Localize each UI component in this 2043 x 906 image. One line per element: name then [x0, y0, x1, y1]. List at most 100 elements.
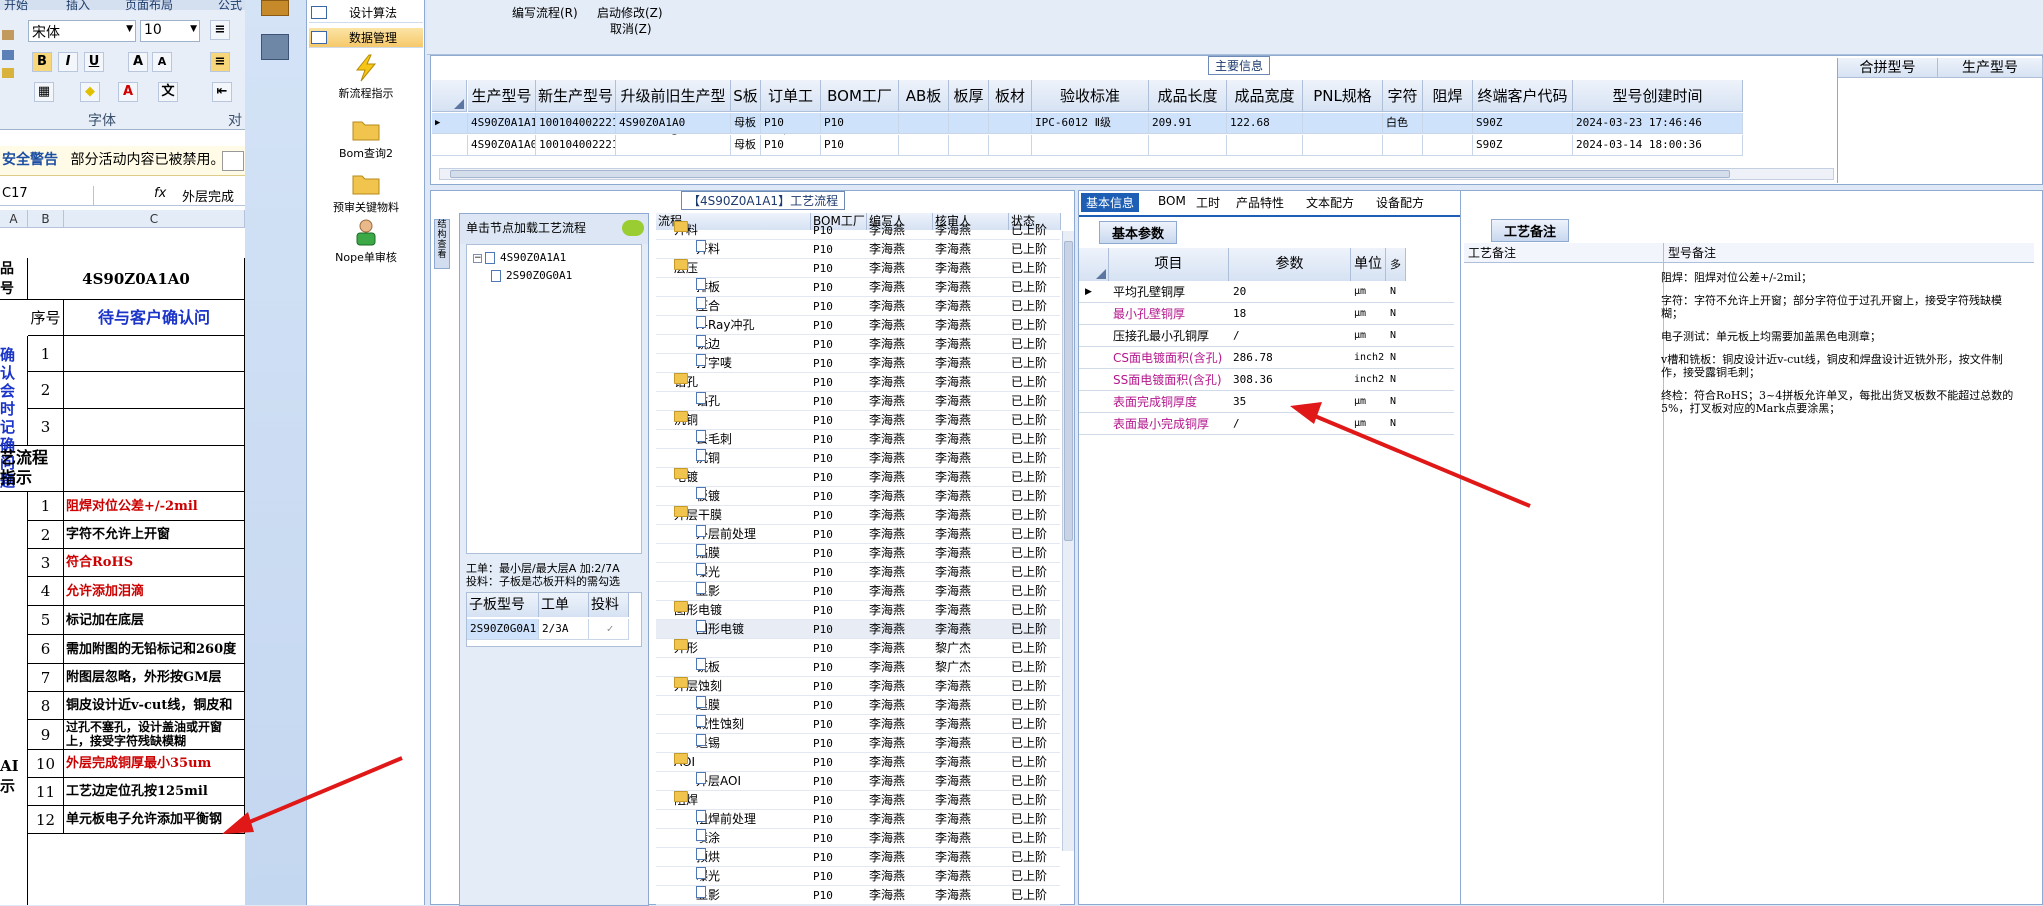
step-name[interactable]: 压合 — [696, 297, 811, 316]
note-text[interactable]: 允许添加泪滴 — [64, 577, 245, 606]
bold-button[interactable]: B — [32, 52, 52, 72]
param-value[interactable]: 308.36 — [1233, 369, 1273, 391]
step-group[interactable]: −外层干膜 — [674, 506, 809, 525]
process-step[interactable]: 去毛刺 P10 李海燕 李海燕 已上阶 — [656, 430, 1060, 449]
step-name[interactable]: 预烘 — [696, 848, 811, 867]
process-step[interactable]: 显影 P10 李海燕 李海燕 已上阶 — [656, 886, 1060, 905]
note-text[interactable]: 标记加在底层 — [64, 606, 245, 635]
step-name[interactable]: 曝光 — [696, 867, 811, 886]
cell-process-blank[interactable] — [64, 446, 245, 492]
main-cell[interactable] — [949, 135, 989, 156]
note-seq[interactable]: 9 — [28, 720, 64, 750]
subtab-basic-params[interactable]: 基本参数 — [1099, 221, 1178, 244]
step-name[interactable]: 喷涂 — [696, 829, 811, 848]
note-seq[interactable]: 1 — [28, 492, 64, 521]
main-cell[interactable]: S90Z — [1473, 113, 1573, 134]
main-cell[interactable]: 母板 — [731, 135, 761, 156]
tool-new-process[interactable]: 新流程指示 — [307, 54, 425, 101]
basic-header-multi[interactable]: 多 — [1386, 248, 1406, 281]
process-step[interactable]: 退膜 P10 李海燕 李海燕 已上阶 — [656, 696, 1060, 715]
process-step[interactable]: 铣边 P10 李海燕 李海燕 已上阶 — [656, 335, 1060, 354]
fill-color-icon[interactable]: ◆ — [80, 82, 100, 102]
process-step[interactable]: 喷涂 P10 李海燕 李海燕 已上阶 — [656, 829, 1060, 848]
basic-tab[interactable]: 工时 — [1191, 193, 1225, 212]
tool-pre-review[interactable]: 预审关键物料 — [307, 168, 425, 215]
structure-view-tab[interactable]: 结构查看 — [434, 219, 450, 269]
basic-tab[interactable]: 设备配方 — [1371, 193, 1429, 212]
process-step[interactable]: −层压 P10 李海燕 李海燕 已上阶 — [656, 259, 1060, 278]
process-step[interactable]: 铣板 P10 李海燕 黎广杰 已上阶 — [656, 658, 1060, 677]
note-seq[interactable]: 8 — [28, 692, 64, 720]
shrink-font-icon[interactable]: A — [152, 52, 172, 72]
main-header[interactable]: 订单工厂 — [761, 80, 821, 137]
calculator-icon[interactable] — [261, 0, 289, 16]
note-text[interactable]: 单元板电子允许添加平衡钢 — [64, 806, 245, 834]
main-cell[interactable]: 2024-03-23 17:46:46 — [1573, 113, 1743, 134]
sub-header-order[interactable]: 工单 — [539, 593, 589, 617]
options-button[interactable] — [222, 151, 244, 171]
tool-nope-review[interactable]: Nope单审核 — [307, 218, 425, 265]
font-color-icon[interactable]: A — [118, 82, 138, 102]
step-name[interactable]: 图形电镀 — [696, 620, 811, 639]
note-seq[interactable]: 6 — [28, 635, 64, 664]
cell-seq-1[interactable]: 1 — [28, 336, 64, 372]
main-header[interactable]: 成品长度 — [1149, 80, 1227, 112]
step-name[interactable]: 开料 — [696, 240, 811, 259]
note-text[interactable]: 铜皮设计近v-cut线，铜皮和 — [64, 692, 245, 720]
main-header[interactable]: 新生产型号 — [536, 80, 616, 112]
grid-corner[interactable] — [432, 80, 467, 112]
main-cell[interactable] — [989, 135, 1032, 156]
param-value[interactable]: 20 — [1233, 281, 1246, 303]
main-cell[interactable]: P10 — [821, 135, 899, 156]
excel-tab-insert[interactable]: 插入 — [66, 0, 90, 13]
basic-row[interactable]: CS面电镀面积(含孔) 286.78 inch2 N — [1079, 347, 1454, 369]
sub-header-feed[interactable]: 投料 — [589, 593, 629, 617]
main-cell[interactable] — [899, 113, 949, 134]
process-step[interactable]: −沉铜 P10 李海燕 李海燕 已上阶 — [656, 411, 1060, 430]
tree-node-child[interactable]: 2S90Z0G0A1 — [491, 269, 572, 282]
toolbar-cancel[interactable]: 取消(Z) — [610, 20, 652, 37]
process-step[interactable]: 图形电镀 P10 李海燕 李海燕 已上阶 — [656, 620, 1060, 639]
cell-product-label[interactable]: 品号 — [0, 258, 28, 300]
main-cell[interactable]: 4S90Z0A1A1 — [468, 113, 536, 134]
note-seq[interactable]: 5 — [28, 606, 64, 635]
border-icon[interactable]: ▦ — [34, 82, 54, 102]
main-cell[interactable] — [1423, 113, 1473, 134]
col-header-b[interactable]: B — [28, 210, 64, 228]
indent-icon[interactable]: ⇤ — [212, 82, 232, 102]
nav-item-data-management[interactable]: 数据管理 — [309, 28, 423, 48]
main-cell[interactable]: 10010400222127 — [536, 113, 616, 134]
font-size-combo[interactable]: 10 ▼ — [140, 20, 200, 42]
main-cell[interactable] — [1383, 135, 1423, 156]
main-cell[interactable]: IPC-6012 Ⅱ级 — [1032, 113, 1149, 134]
sub-cell-order[interactable]: 2/3A — [539, 619, 589, 640]
step-name[interactable]: 排板 — [696, 278, 811, 297]
cell-seq-3[interactable]: 3 — [28, 409, 64, 446]
note-text[interactable]: 外层完成铜厚最小35um — [64, 750, 245, 778]
basic-header-item[interactable]: 项目 — [1109, 248, 1229, 281]
note-text[interactable]: 附图层忽略，外形按GM层 — [64, 664, 245, 692]
excel-tab-layout[interactable]: 页面布局 — [125, 0, 173, 13]
grow-font-icon[interactable]: A — [128, 52, 148, 72]
main-header[interactable]: 字符 — [1383, 80, 1423, 112]
main-cell[interactable]: 10010400222127 — [536, 135, 616, 156]
main-cell[interactable]: 2024-03-14 18:00:36 — [1573, 135, 1743, 156]
step-group[interactable]: −开料 — [674, 221, 809, 240]
col-header-a[interactable]: A — [0, 210, 28, 228]
step-name[interactable]: 铣板 — [696, 658, 811, 677]
process-step[interactable]: −外形 P10 李海燕 黎广杰 已上阶 — [656, 639, 1060, 658]
cell-notes-label[interactable]: AI示 — [0, 492, 28, 905]
step-group[interactable]: −层压 — [674, 259, 809, 278]
copy-icon[interactable] — [2, 50, 14, 60]
main-cell[interactable]: 白色 — [1383, 113, 1423, 134]
main-cell[interactable] — [899, 135, 949, 156]
fx-icon[interactable]: fx — [154, 186, 166, 201]
main-header[interactable]: 终端客户代码 — [1473, 80, 1573, 112]
main-cell[interactable] — [1423, 135, 1473, 156]
basic-header-value[interactable]: 参数 — [1229, 248, 1351, 281]
process-step[interactable]: 贴膜 P10 李海燕 李海燕 已上阶 — [656, 544, 1060, 563]
step-name[interactable]: 退膜 — [696, 696, 811, 715]
process-step[interactable]: 外层AOI P10 李海燕 李海燕 已上阶 — [656, 772, 1060, 791]
main-header[interactable]: BOM工厂 — [821, 80, 899, 112]
main-cell[interactable] — [1032, 135, 1149, 156]
